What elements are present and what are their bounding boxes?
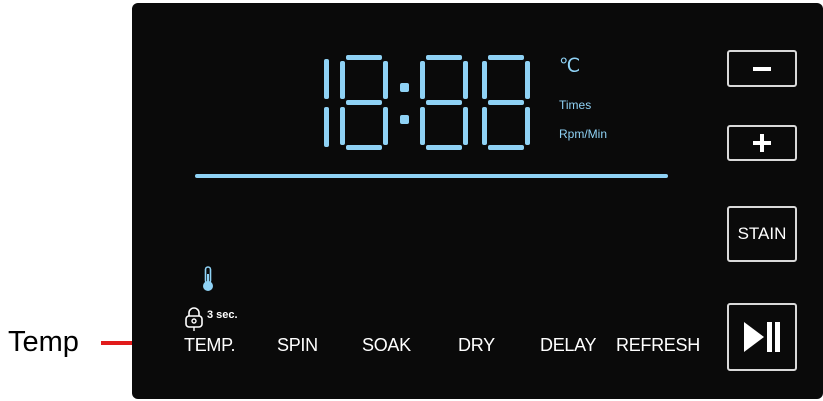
celsius-unit: ℃ bbox=[559, 56, 581, 77]
control-panel: ℃ Times Rpm/Min 3 sec. TEMP. SPIN SOAK D… bbox=[132, 3, 823, 399]
minus-button[interactable] bbox=[727, 50, 797, 87]
digit-8b bbox=[420, 55, 468, 150]
digit-8a bbox=[340, 55, 388, 150]
digit-1 bbox=[324, 59, 329, 147]
start-pause-button[interactable] bbox=[727, 303, 797, 371]
function-spin[interactable]: SPIN bbox=[277, 335, 318, 356]
plus-icon bbox=[753, 134, 771, 152]
digit-8c bbox=[482, 55, 530, 150]
plus-button[interactable] bbox=[727, 125, 797, 161]
temp-annotation-label: Temp bbox=[8, 326, 79, 358]
function-delay[interactable]: DELAY bbox=[540, 335, 597, 356]
function-soak[interactable]: SOAK bbox=[362, 335, 411, 356]
child-lock-icon bbox=[185, 307, 203, 331]
stain-button[interactable]: STAIN bbox=[727, 206, 797, 262]
segment-display bbox=[324, 55, 530, 150]
colon bbox=[400, 83, 409, 124]
function-dry[interactable]: DRY bbox=[458, 335, 495, 356]
function-refresh[interactable]: REFRESH bbox=[616, 335, 700, 356]
play-pause-icon bbox=[744, 322, 780, 352]
progress-line bbox=[195, 174, 668, 178]
thermometer-icon bbox=[203, 266, 213, 291]
times-unit: Times bbox=[559, 98, 592, 112]
stain-label: STAIN bbox=[737, 224, 787, 243]
rpm-unit: Rpm/Min bbox=[559, 127, 608, 141]
function-temp[interactable]: TEMP. bbox=[184, 335, 235, 356]
child-lock-hint: 3 sec. bbox=[207, 309, 238, 321]
minus-icon bbox=[753, 66, 771, 71]
